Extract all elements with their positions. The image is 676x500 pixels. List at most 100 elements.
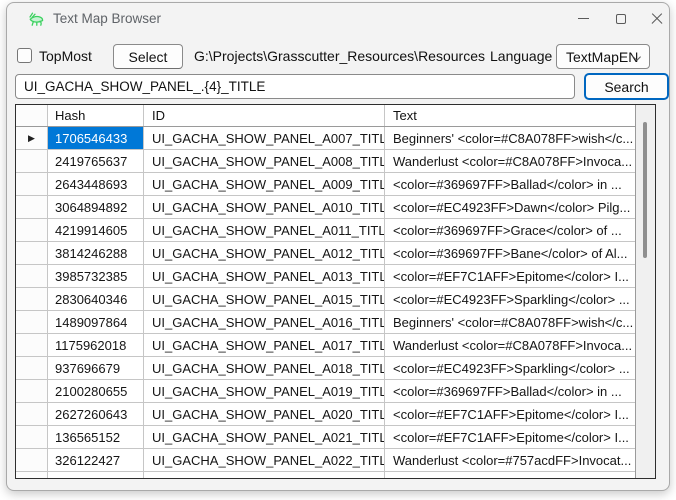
id-cell[interactable]: UI_GACHA_SHOW_PANEL_A011_TITLE: [144, 219, 385, 241]
id-cell[interactable]: UI_GACHA_SHOW_PANEL_A016_TITLE: [144, 311, 385, 333]
id-cell[interactable]: UI_GACHA_SHOW_PANEL_A017_TITLE: [144, 334, 385, 356]
text-cell[interactable]: <color=#369697FF>Bane</color> of Al...: [385, 242, 635, 264]
row-header-cell[interactable]: ▶: [16, 426, 48, 448]
id-cell[interactable]: UI_GACHA_SHOW_PANEL_A013_TITLE: [144, 265, 385, 287]
vertical-scrollbar[interactable]: [636, 105, 655, 478]
hash-cell[interactable]: 2643448693: [48, 173, 144, 195]
id-cell[interactable]: UI_GACHA_SHOW_PANEL_A020_TITLE: [144, 403, 385, 425]
row-header-cell[interactable]: ▶: [16, 311, 48, 333]
table-row[interactable]: ▶ 3814246288 UI_GACHA_SHOW_PANEL_A012_TI…: [16, 242, 635, 265]
hash-cell[interactable]: 1175962018: [48, 334, 144, 356]
row-header-cell[interactable]: ▶: [16, 219, 48, 241]
hash-cell[interactable]: 3814246288: [48, 242, 144, 264]
search-button[interactable]: Search: [584, 73, 669, 100]
id-cell[interactable]: UI_GACHA_SHOW_PANEL_A018_TITLE: [144, 357, 385, 379]
text-cell[interactable]: <color=#369697FF>Ballad</color> in ...: [385, 173, 635, 195]
column-header-text[interactable]: Text: [385, 105, 635, 126]
row-header-cell[interactable]: ▶: [16, 265, 48, 287]
id-cell[interactable]: UI_GACHA_SHOW_PANEL_A019_TITLE: [144, 380, 385, 402]
row-header-column-header[interactable]: [16, 105, 48, 126]
row-header-cell[interactable]: ▶: [16, 357, 48, 379]
table-row[interactable]: ▶ 1175962018 UI_GACHA_SHOW_PANEL_A017_TI…: [16, 334, 635, 357]
row-header-cell[interactable]: ▶: [16, 449, 48, 471]
hash-cell[interactable]: 4219914605: [48, 219, 144, 241]
scrollbar-thumb[interactable]: [643, 122, 647, 258]
hash-cell[interactable]: 937696679: [48, 357, 144, 379]
text-cell[interactable]: <color=#EC4923FF>Sparkling</color> ...: [385, 357, 635, 379]
text-cell[interactable]: <color=#369697FF>Grace</color> of ...: [385, 219, 635, 241]
id-cell[interactable]: UI_GACHA_SHOW_PANEL_A015_TITLE: [144, 288, 385, 310]
table-row[interactable]: ▶ 3985732385 UI_GACHA_SHOW_PANEL_A013_TI…: [16, 265, 635, 288]
title-bar[interactable]: Text Map Browser: [7, 3, 669, 35]
text-cell[interactable]: <color=#EF7C1AFF>Epitome</color> I...: [385, 426, 635, 448]
hash-cell[interactable]: 3985732385: [48, 265, 144, 287]
table-row[interactable]: ▶ 1706546433 UI_GACHA_SHOW_PANEL_A007_TI…: [16, 127, 635, 150]
text-cell[interactable]: Wanderlust <color=#C8A078FF>Invoca...: [385, 334, 635, 356]
table-row[interactable]: ▶ 326122427 UI_GACHA_SHOW_PANEL_A022_TIT…: [16, 449, 635, 472]
id-cell[interactable]: UI_GACHA_SHOW_PANEL_A010_TITLE: [144, 196, 385, 218]
row-header-cell[interactable]: ▶: [16, 196, 48, 218]
id-cell[interactable]: UI_GACHA_SHOW_PANEL_A021_TITLE: [144, 426, 385, 448]
table-row[interactable]: ▶ 2627260643 UI_GACHA_SHOW_PANEL_A020_TI…: [16, 403, 635, 426]
text-cell[interactable]: Beginners' <color=#C8A078FF>wish</c...: [385, 311, 635, 333]
row-header-cell[interactable]: ▶: [16, 380, 48, 402]
table-row[interactable]: ▶ 4219914605 UI_GACHA_SHOW_PANEL_A011_TI…: [16, 219, 635, 242]
search-button-label: Search: [604, 79, 648, 95]
id-cell[interactable]: [144, 472, 385, 478]
id-cell[interactable]: UI_GACHA_SHOW_PANEL_A007_TITLE: [144, 127, 385, 149]
hash-cell[interactable]: 2100280655: [48, 380, 144, 402]
text-cell[interactable]: Wanderlust <color=#C8A078FF>Invoca...: [385, 472, 635, 478]
row-header-cell[interactable]: ▶: [16, 150, 48, 172]
language-dropdown-value: TextMapEN: [566, 49, 638, 65]
text-cell[interactable]: <color=#369697FF>Ballad</color> in ...: [385, 380, 635, 402]
table-row[interactable]: ▶ 2643448693 UI_GACHA_SHOW_PANEL_A009_TI…: [16, 173, 635, 196]
search-input[interactable]: [15, 74, 575, 99]
text-cell[interactable]: Wanderlust <color=#C8A078FF>Invoca...: [385, 150, 635, 172]
hash-cell[interactable]: 2419765637: [48, 150, 144, 172]
topmost-checkbox[interactable]: [17, 48, 32, 63]
language-dropdown[interactable]: TextMapEN: [556, 44, 650, 69]
resources-path: G:\Projects\Grasscutter_Resources\Resour…: [194, 48, 485, 64]
hash-cell[interactable]: 136565152: [48, 426, 144, 448]
id-cell[interactable]: UI_GACHA_SHOW_PANEL_A012_TITLE: [144, 242, 385, 264]
hash-cell[interactable]: 3064894892: [48, 196, 144, 218]
id-cell[interactable]: UI_GACHA_SHOW_PANEL_A022_TITLE: [144, 449, 385, 471]
table-row[interactable]: ▶ 3064894892 UI_GACHA_SHOW_PANEL_A010_TI…: [16, 196, 635, 219]
minimize-button[interactable]: [563, 3, 603, 34]
hash-cell[interactable]: 2627260643: [48, 403, 144, 425]
grid-body: ▶ 1706546433 UI_GACHA_SHOW_PANEL_A007_TI…: [16, 127, 635, 478]
grid-cells-area: Hash ID Text ▶ 1706546433 UI_GACHA_SHOW_…: [16, 105, 636, 478]
close-button[interactable]: [637, 3, 670, 34]
row-header-cell[interactable]: ▶: [16, 127, 48, 149]
id-cell[interactable]: UI_GACHA_SHOW_PANEL_A009_TITLE: [144, 173, 385, 195]
table-row[interactable]: ▶ 2100280655 UI_GACHA_SHOW_PANEL_A019_TI…: [16, 380, 635, 403]
text-cell[interactable]: <color=#EF7C1AFF>Epitome</color> I...: [385, 403, 635, 425]
row-header-cell[interactable]: ▶: [16, 288, 48, 310]
hash-cell[interactable]: 1489097864: [48, 311, 144, 333]
text-cell[interactable]: <color=#EC4923FF>Dawn</color> Pilg...: [385, 196, 635, 218]
table-row[interactable]: ▶ 1489097864 UI_GACHA_SHOW_PANEL_A016_TI…: [16, 311, 635, 334]
maximize-button[interactable]: [601, 3, 641, 34]
row-header-cell[interactable]: ▶: [16, 403, 48, 425]
table-row[interactable]: ▶ 937696679 UI_GACHA_SHOW_PANEL_A018_TIT…: [16, 357, 635, 380]
hash-cell[interactable]: 2830640346: [48, 288, 144, 310]
column-header-hash[interactable]: Hash: [48, 105, 144, 126]
row-header-cell[interactable]: ▶: [16, 472, 48, 478]
hash-cell[interactable]: [48, 472, 144, 478]
select-button[interactable]: Select: [113, 44, 183, 69]
text-cell[interactable]: Wanderlust <color=#757acdFF>Invocat...: [385, 449, 635, 471]
hash-cell[interactable]: 1706546433: [48, 127, 144, 149]
text-cell[interactable]: <color=#EF7C1AFF>Epitome</color> I...: [385, 265, 635, 287]
table-row[interactable]: ▶ Wanderlust <color=#C8A078FF>Invoca...: [16, 472, 635, 478]
row-header-cell[interactable]: ▶: [16, 334, 48, 356]
table-row[interactable]: ▶ 2419765637 UI_GACHA_SHOW_PANEL_A008_TI…: [16, 150, 635, 173]
hash-cell[interactable]: 326122427: [48, 449, 144, 471]
text-cell[interactable]: <color=#EC4923FF>Sparkling</color> ...: [385, 288, 635, 310]
row-header-cell[interactable]: ▶: [16, 173, 48, 195]
row-header-cell[interactable]: ▶: [16, 242, 48, 264]
column-header-id[interactable]: ID: [144, 105, 385, 126]
id-cell[interactable]: UI_GACHA_SHOW_PANEL_A008_TITLE: [144, 150, 385, 172]
text-cell[interactable]: Beginners' <color=#C8A078FF>wish</c...: [385, 127, 635, 149]
table-row[interactable]: ▶ 2830640346 UI_GACHA_SHOW_PANEL_A015_TI…: [16, 288, 635, 311]
table-row[interactable]: ▶ 136565152 UI_GACHA_SHOW_PANEL_A021_TIT…: [16, 426, 635, 449]
